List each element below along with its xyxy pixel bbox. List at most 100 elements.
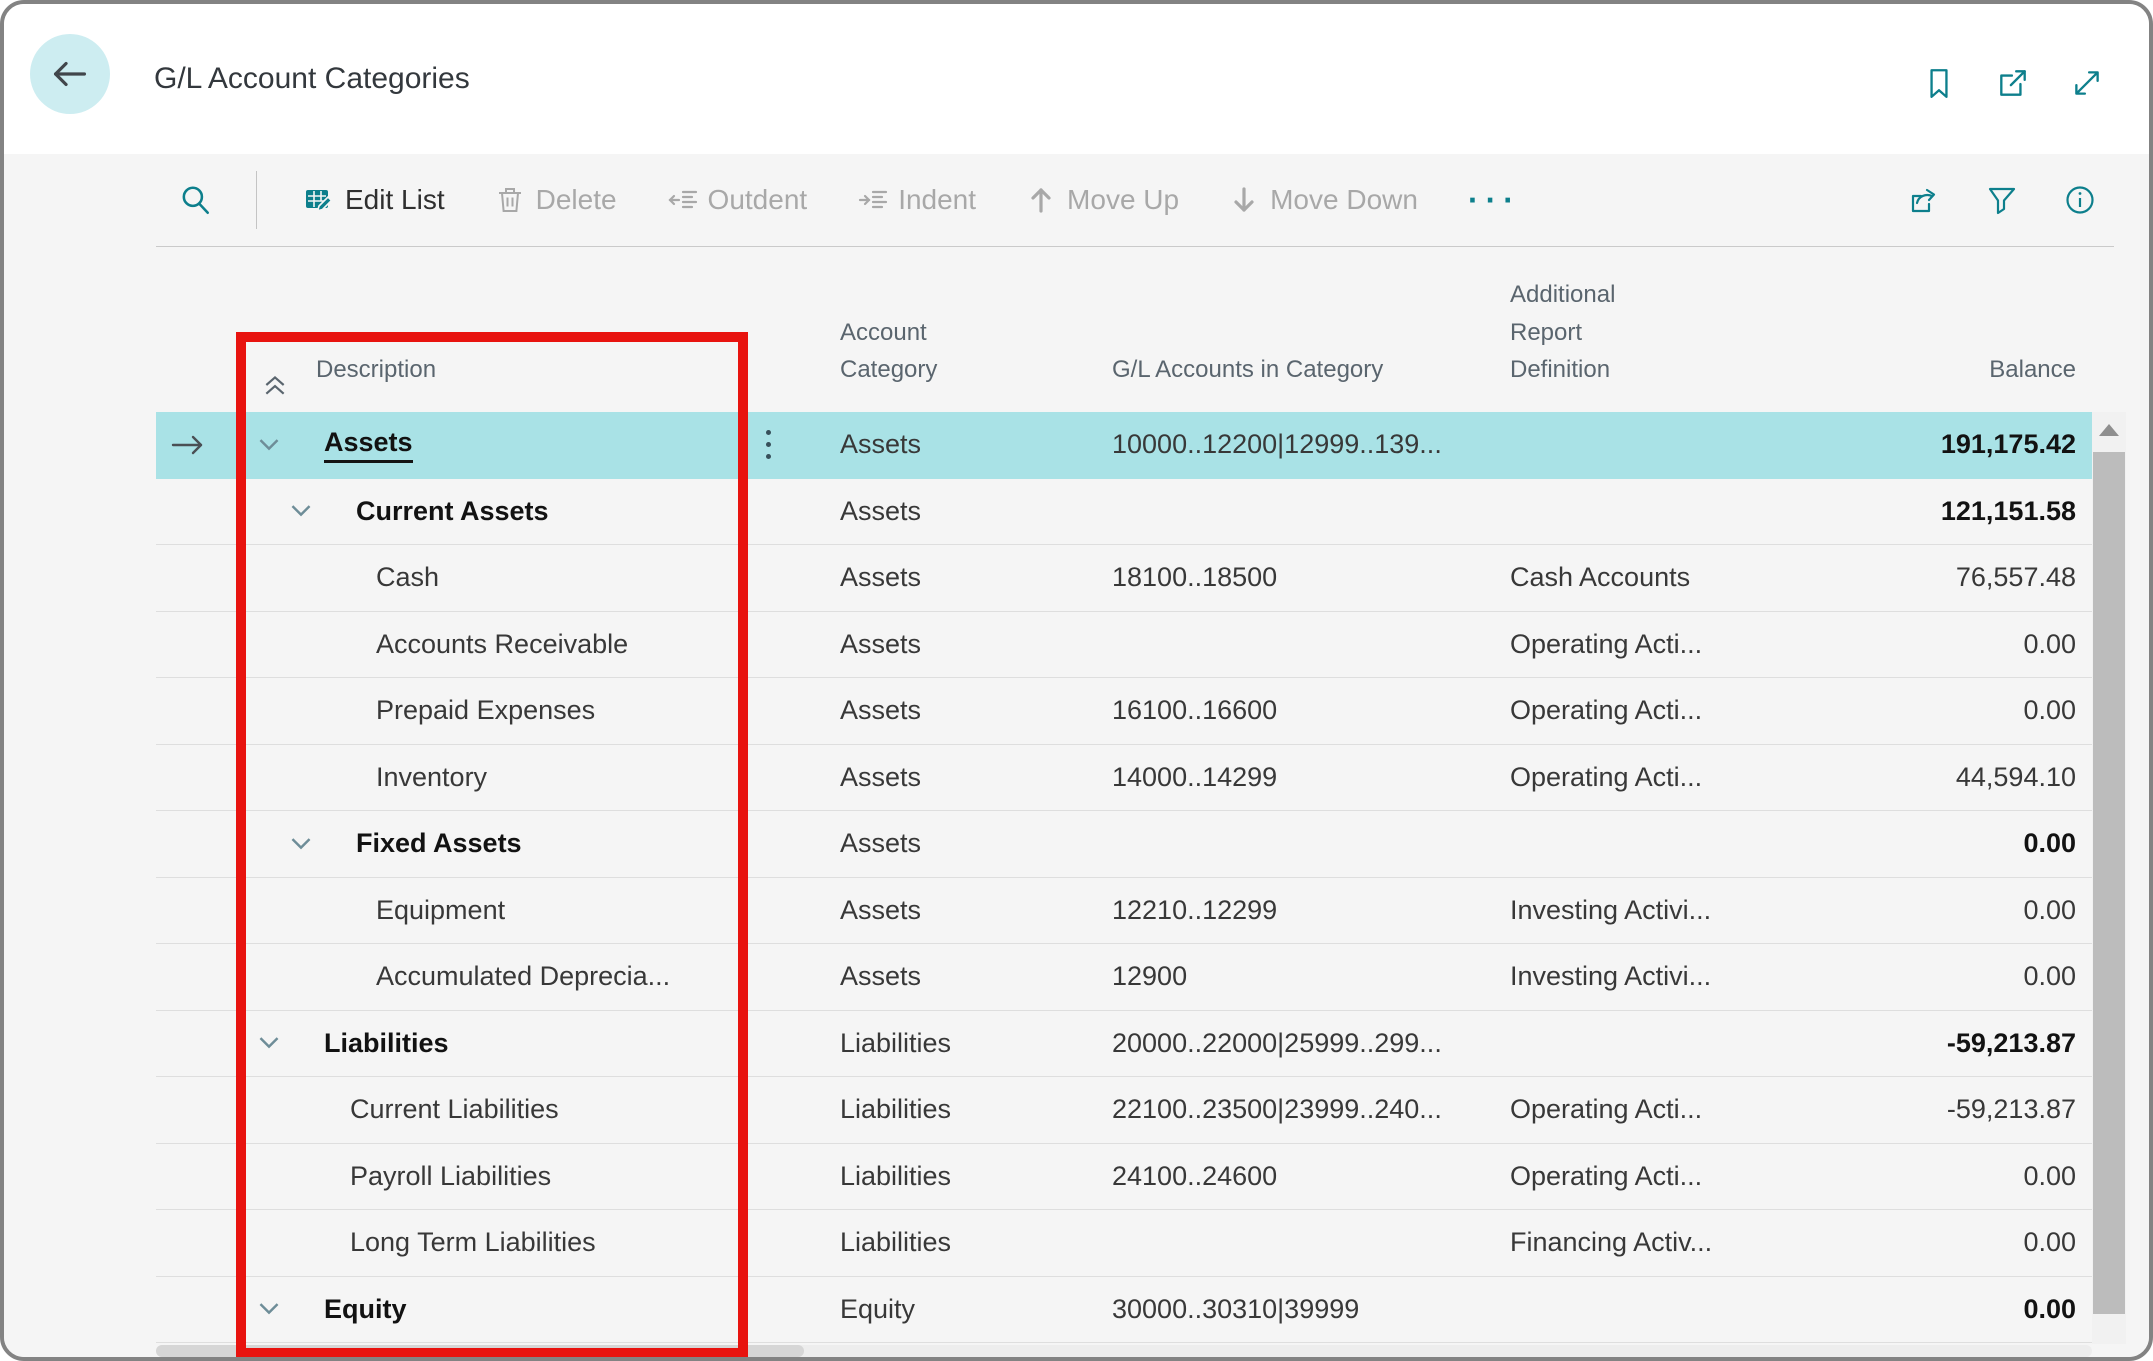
cell-gl-accounts[interactable]: 22100..23500|23999..240... — [1098, 1094, 1490, 1125]
column-header-additional-report-definition[interactable]: Additional Report Definition — [1490, 276, 1820, 412]
chevron-down-icon[interactable] — [290, 503, 312, 519]
delete-button[interactable]: Delete — [495, 184, 617, 216]
cell-balance[interactable]: 0.00 — [1820, 961, 2092, 992]
cell-balance[interactable]: -59,213.87 — [1820, 1028, 2092, 1059]
cell-account-category[interactable]: Assets — [804, 562, 1098, 593]
cell-additional-report-definition[interactable]: Investing Activi... — [1490, 895, 1820, 926]
cell-additional-report-definition[interactable]: Operating Acti... — [1490, 762, 1820, 793]
cell-gl-accounts[interactable]: 30000..30310|39999 — [1098, 1294, 1490, 1325]
cell-gl-accounts[interactable]: 20000..22000|25999..299... — [1098, 1028, 1490, 1059]
vertical-scrollbar-thumb[interactable] — [2093, 452, 2125, 1314]
cell-balance[interactable]: 0.00 — [1820, 695, 2092, 726]
chevron-down-icon[interactable] — [258, 437, 280, 453]
table-row-assets[interactable]: Assets Assets 10000..12200|12999..139...… — [156, 412, 2092, 479]
cell-account-category[interactable]: Assets — [804, 828, 1098, 859]
cell-gl-accounts[interactable]: 10000..12200|12999..139... — [1098, 429, 1490, 460]
column-header-description[interactable]: Description — [316, 351, 436, 388]
cell-description[interactable]: Cash — [218, 545, 732, 611]
cell-account-category[interactable]: Liabilities — [804, 1161, 1098, 1192]
cell-additional-report-definition[interactable]: Operating Acti... — [1490, 1094, 1820, 1125]
cell-description[interactable]: Long Term Liabilities — [218, 1210, 732, 1276]
cell-description[interactable]: Liabilities — [218, 1011, 732, 1077]
bookmark-icon[interactable] — [1922, 66, 1956, 100]
table-row-inventory[interactable]: Inventory Assets 14000..14299 Operating … — [156, 745, 2092, 811]
column-header-balance[interactable]: Balance — [1820, 351, 2092, 412]
chevron-down-icon[interactable] — [258, 1301, 280, 1317]
cell-gl-accounts[interactable]: 12900 — [1098, 961, 1490, 992]
cell-description[interactable]: Current Assets — [218, 479, 732, 545]
cell-balance[interactable]: 191,175.42 — [1820, 429, 2092, 460]
table-row-accumulated-depreciation[interactable]: Accumulated Deprecia... Assets 12900 Inv… — [156, 944, 2092, 1011]
table-row-accounts-receivable[interactable]: Accounts Receivable Assets Operating Act… — [156, 612, 2092, 678]
cell-balance[interactable]: -59,213.87 — [1820, 1094, 2092, 1125]
collapse-all-icon[interactable] — [262, 336, 288, 395]
cell-gl-accounts[interactable]: 14000..14299 — [1098, 762, 1490, 793]
indent-button[interactable]: Indent — [857, 184, 976, 216]
cell-description[interactable]: Inventory — [218, 745, 732, 811]
cell-description[interactable]: Current Liabilities — [218, 1077, 732, 1143]
cell-additional-report-definition[interactable]: Cash Accounts — [1490, 562, 1820, 593]
back-button[interactable] — [30, 34, 110, 114]
open-in-new-window-icon[interactable] — [1996, 66, 2030, 100]
chevron-down-icon[interactable] — [258, 1035, 280, 1051]
table-row-equity[interactable]: Equity Equity 30000..30310|39999 0.00 — [156, 1277, 2092, 1343]
cell-balance[interactable]: 44,594.10 — [1820, 762, 2092, 793]
cell-account-category[interactable]: Liabilities — [804, 1227, 1098, 1258]
expand-icon[interactable] — [2070, 66, 2104, 100]
filter-icon[interactable] — [1986, 184, 2018, 216]
cell-account-category[interactable]: Assets — [804, 961, 1098, 992]
cell-description[interactable]: Accumulated Deprecia... — [218, 944, 732, 1010]
move-up-button[interactable]: Move Up — [1026, 184, 1179, 216]
cell-description[interactable]: Assets — [218, 412, 732, 478]
vertical-scrollbar[interactable] — [2092, 412, 2126, 1344]
cell-balance[interactable]: 0.00 — [1820, 1294, 2092, 1325]
horizontal-scrollbar-thumb[interactable] — [156, 1345, 804, 1357]
outdent-button[interactable]: Outdent — [667, 184, 807, 216]
search-icon[interactable] — [178, 183, 212, 217]
cell-account-category[interactable]: Assets — [804, 496, 1098, 527]
more-options-button[interactable]: ··· — [1468, 182, 1521, 219]
cell-description[interactable]: Accounts Receivable — [218, 612, 732, 678]
table-row-long-term-liabilities[interactable]: Long Term Liabilities Liabilities Financ… — [156, 1210, 2092, 1277]
cell-additional-report-definition[interactable]: Operating Acti... — [1490, 695, 1820, 726]
cell-balance[interactable]: 121,151.58 — [1820, 496, 2092, 527]
table-row-equipment[interactable]: Equipment Assets 12210..12299 Investing … — [156, 878, 2092, 944]
table-row-liabilities[interactable]: Liabilities Liabilities 20000..22000|259… — [156, 1011, 2092, 1077]
scroll-up-arrow-icon[interactable] — [2099, 424, 2119, 436]
info-icon[interactable] — [2064, 184, 2096, 216]
cell-account-category[interactable]: Liabilities — [804, 1028, 1098, 1059]
cell-additional-report-definition[interactable]: Operating Acti... — [1490, 629, 1820, 660]
move-down-button[interactable]: Move Down — [1229, 184, 1418, 216]
cell-description[interactable]: Prepaid Expenses — [218, 678, 732, 744]
cell-gl-accounts[interactable]: 24100..24600 — [1098, 1161, 1490, 1192]
cell-account-category[interactable]: Liabilities — [804, 1094, 1098, 1125]
cell-description[interactable]: Equipment — [218, 878, 732, 944]
cell-account-category[interactable]: Assets — [804, 895, 1098, 926]
share-icon[interactable] — [1908, 184, 1940, 216]
cell-additional-report-definition[interactable]: Financing Activ... — [1490, 1227, 1820, 1258]
cell-additional-report-definition[interactable]: Investing Activi... — [1490, 961, 1820, 992]
cell-account-category[interactable]: Assets — [804, 429, 1098, 460]
cell-balance[interactable]: 0.00 — [1820, 1161, 2092, 1192]
horizontal-scrollbar[interactable] — [156, 1345, 2092, 1357]
cell-balance[interactable]: 0.00 — [1820, 828, 2092, 859]
edit-list-button[interactable]: Edit List — [304, 184, 445, 216]
table-row-fixed-assets[interactable]: Fixed Assets Assets 0.00 — [156, 811, 2092, 878]
table-row-current-assets[interactable]: Current Assets Assets 121,151.58 — [156, 479, 2092, 545]
column-header-account-category[interactable]: Account Category — [804, 314, 1098, 412]
cell-balance[interactable]: 76,557.48 — [1820, 562, 2092, 593]
cell-account-category[interactable]: Assets — [804, 629, 1098, 660]
cell-description[interactable]: Equity — [218, 1277, 732, 1343]
table-row-cash[interactable]: Cash Assets 18100..18500 Cash Accounts 7… — [156, 545, 2092, 612]
column-header-gl-accounts[interactable]: G/L Accounts in Category — [1098, 351, 1490, 412]
cell-gl-accounts[interactable]: 18100..18500 — [1098, 562, 1490, 593]
row-options-icon[interactable] — [732, 430, 804, 460]
cell-balance[interactable]: 0.00 — [1820, 895, 2092, 926]
cell-balance[interactable]: 0.00 — [1820, 1227, 2092, 1258]
cell-gl-accounts[interactable]: 12210..12299 — [1098, 895, 1490, 926]
table-row-current-liabilities[interactable]: Current Liabilities Liabilities 22100..2… — [156, 1077, 2092, 1144]
cell-gl-accounts[interactable]: 16100..16600 — [1098, 695, 1490, 726]
cell-balance[interactable]: 0.00 — [1820, 629, 2092, 660]
cell-account-category[interactable]: Assets — [804, 762, 1098, 793]
cell-account-category[interactable]: Equity — [804, 1294, 1098, 1325]
